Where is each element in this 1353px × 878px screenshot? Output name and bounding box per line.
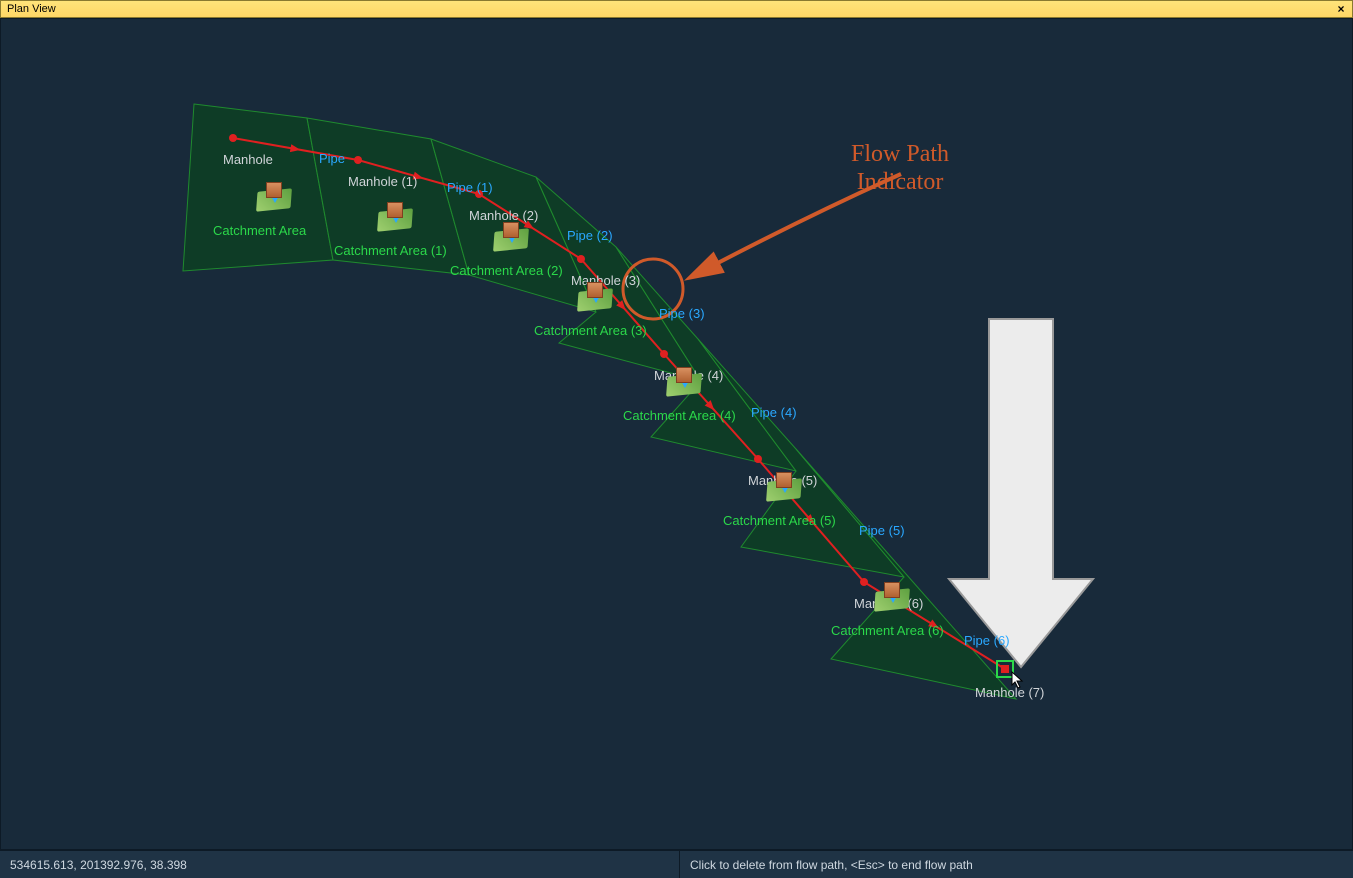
annotation-text: Flow Path Indicator [851, 141, 949, 196]
catchment-polygon[interactable] [698, 339, 904, 577]
manhole-node[interactable] [660, 350, 668, 358]
big-arrow-icon [949, 319, 1093, 667]
manhole-node[interactable] [354, 156, 362, 164]
status-coordinates: 534615.613, 201392.976, 38.398 [0, 851, 680, 878]
manhole-node[interactable] [475, 190, 483, 198]
window-title: Plan View [7, 3, 56, 15]
catchment-polygon[interactable] [307, 118, 469, 275]
close-icon[interactable]: × [1334, 2, 1348, 16]
status-hint: Click to delete from flow path, <Esc> to… [680, 858, 973, 872]
window-titlebar: Plan View × [0, 0, 1353, 18]
manhole-node[interactable] [229, 134, 237, 142]
manhole-node[interactable] [860, 578, 868, 586]
plan-view-canvas[interactable]: Flow Path Indicator ManholeManhole (1)Ma… [0, 18, 1353, 850]
status-bar: 534615.613, 201392.976, 38.398 Click to … [0, 850, 1353, 878]
annotation-line1: Flow Path [851, 141, 949, 169]
catchment-polygon[interactable] [796, 449, 1016, 699]
selection-box-center [1001, 665, 1009, 673]
annotation-line2: Indicator [851, 169, 949, 197]
manhole-node[interactable] [754, 455, 762, 463]
manhole-node[interactable] [577, 255, 585, 263]
plan-svg-layer [1, 19, 1353, 851]
